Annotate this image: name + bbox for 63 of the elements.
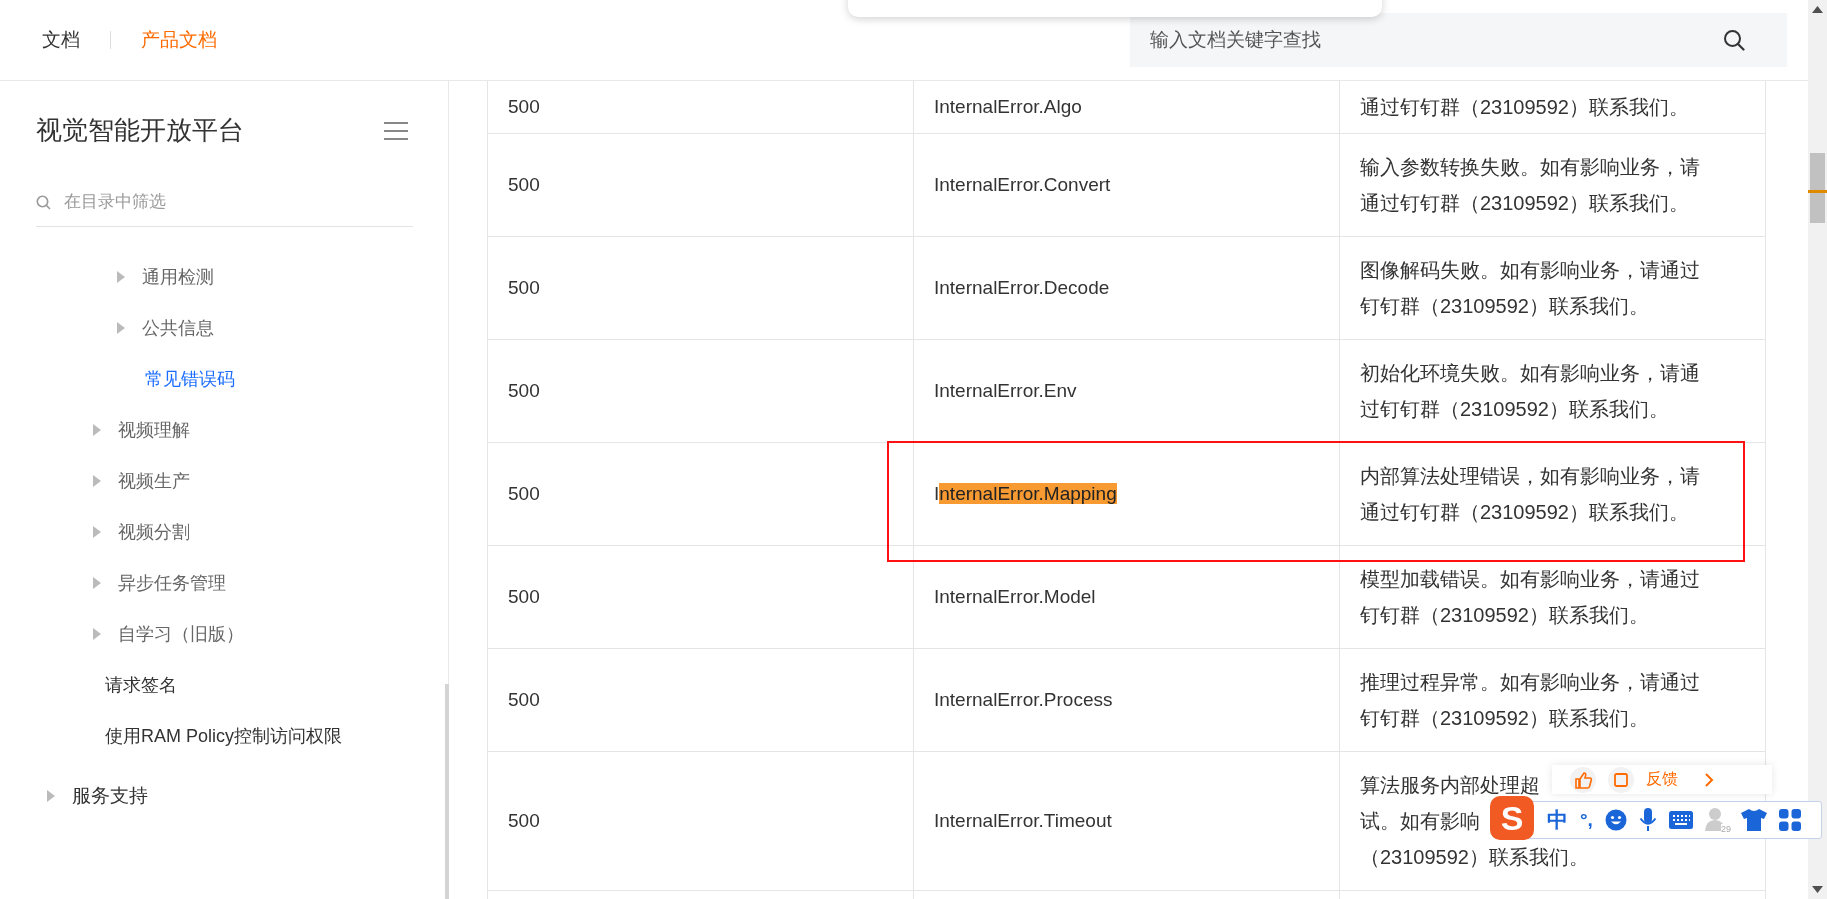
table-cell: 通过钉钉群（23109592）联系我们。 <box>1339 81 1766 134</box>
sidebar-item[interactable]: 通用检测 <box>0 251 448 302</box>
caret-right-icon[interactable] <box>92 627 102 640</box>
caret-right-icon[interactable] <box>92 576 102 589</box>
nav-tab[interactable]: 文档 <box>42 27 80 53</box>
scroll-down-icon[interactable] <box>1812 886 1823 893</box>
ime-punctuation-toggle[interactable]: °, <box>1580 809 1593 831</box>
sidebar-item[interactable]: 公共信息 <box>0 302 448 353</box>
scrollbar-thumb[interactable] <box>1810 153 1825 223</box>
sidebar-title: 视觉智能开放平台 <box>36 114 245 147</box>
chevron-right-icon[interactable] <box>1704 771 1714 788</box>
sidebar-item[interactable]: 请求签名 <box>0 659 448 710</box>
table-cell: 500 <box>487 648 914 752</box>
table-cell: 500 <box>487 133 914 237</box>
search-icon <box>36 195 51 210</box>
filter-field[interactable]: 在目录中筛选 <box>36 177 413 227</box>
table-cell: 500 <box>487 545 914 649</box>
sidebar-item[interactable]: 异步任务管理 <box>0 557 448 608</box>
table-cell: 500 <box>487 339 914 443</box>
table-cell: InternalError.Convert <box>913 133 1340 237</box>
table-cell: InternalError.Process <box>913 648 1340 752</box>
caret-right-icon[interactable] <box>92 474 102 487</box>
table-cell: 模型加载错误。如有影响业务，请通过 钉钉群（23109592）联系我们。 <box>1339 545 1766 649</box>
sidebar-item[interactable]: 使用RAM Policy控制访问权限 <box>0 710 448 761</box>
shirt-icon[interactable] <box>1740 809 1767 831</box>
keyboard-icon[interactable] <box>1668 811 1693 829</box>
table-cell: 500 <box>487 81 914 134</box>
sidebar-item[interactable]: 自学习（旧版） <box>0 608 448 659</box>
caret-right-icon[interactable] <box>116 270 126 283</box>
ime-mode-toggle[interactable]: 中 <box>1547 806 1568 834</box>
microphone-icon[interactable] <box>1638 808 1657 832</box>
thumbs-up-icon[interactable] <box>1570 766 1596 793</box>
sidebar-item[interactable]: 视频分割 <box>0 506 448 557</box>
table-cell: 内部算法处理错误，如有影响业务，请 通过钉钉群（23109592）联系我们。 <box>1339 442 1766 546</box>
sidebar-item[interactable]: 服务支持 <box>0 770 448 821</box>
table-cell: 500 <box>487 751 914 891</box>
table-cell: InternalError.Decode <box>913 236 1340 340</box>
table-cell: InternalError.Algo <box>913 81 1340 134</box>
scroll-up-icon[interactable] <box>1812 6 1823 13</box>
scrollbar-thumb[interactable] <box>445 684 449 899</box>
smiley-icon[interactable] <box>1604 809 1627 831</box>
table-cell: 500 <box>487 236 914 340</box>
grid-icon[interactable] <box>1778 809 1801 831</box>
table-cell: InternalError.Model <box>913 545 1340 649</box>
sidebar-item[interactable]: 视频生产 <box>0 455 448 506</box>
table-cell: 推理过程异常。如有影响业务，请通过 钉钉群（23109592）联系我们。 <box>1339 648 1766 752</box>
search-field[interactable]: 输入文档关键字查找 <box>1130 13 1787 67</box>
caret-right-icon[interactable] <box>92 525 102 538</box>
skin-count: 29 <box>1720 824 1731 834</box>
caret-right-icon[interactable] <box>46 789 56 802</box>
table-cell: InternalError.Timeout <box>913 751 1340 891</box>
table-cell: 输入参数转换失败。如有影响业务，请 通过钉钉群（23109592）联系我们。 <box>1339 133 1766 237</box>
search-marker <box>1808 190 1827 193</box>
caret-right-icon[interactable] <box>116 321 126 334</box>
table-cell: InternalError.Mapping <box>913 442 1340 546</box>
table-cell: 500 <box>487 442 914 546</box>
menu-icon[interactable] <box>384 120 408 141</box>
sidebar-item[interactable]: 常见错误码 <box>0 353 448 404</box>
search-icon[interactable] <box>1723 29 1745 51</box>
sidebar-item[interactable]: 视频理解 <box>0 404 448 455</box>
ime-logo[interactable]: S <box>1490 796 1534 840</box>
caret-right-icon[interactable] <box>92 423 102 436</box>
table-cell: 图像解码失败。如有影响业务，请通过 钉钉群（23109592）联系我们。 <box>1339 236 1766 340</box>
